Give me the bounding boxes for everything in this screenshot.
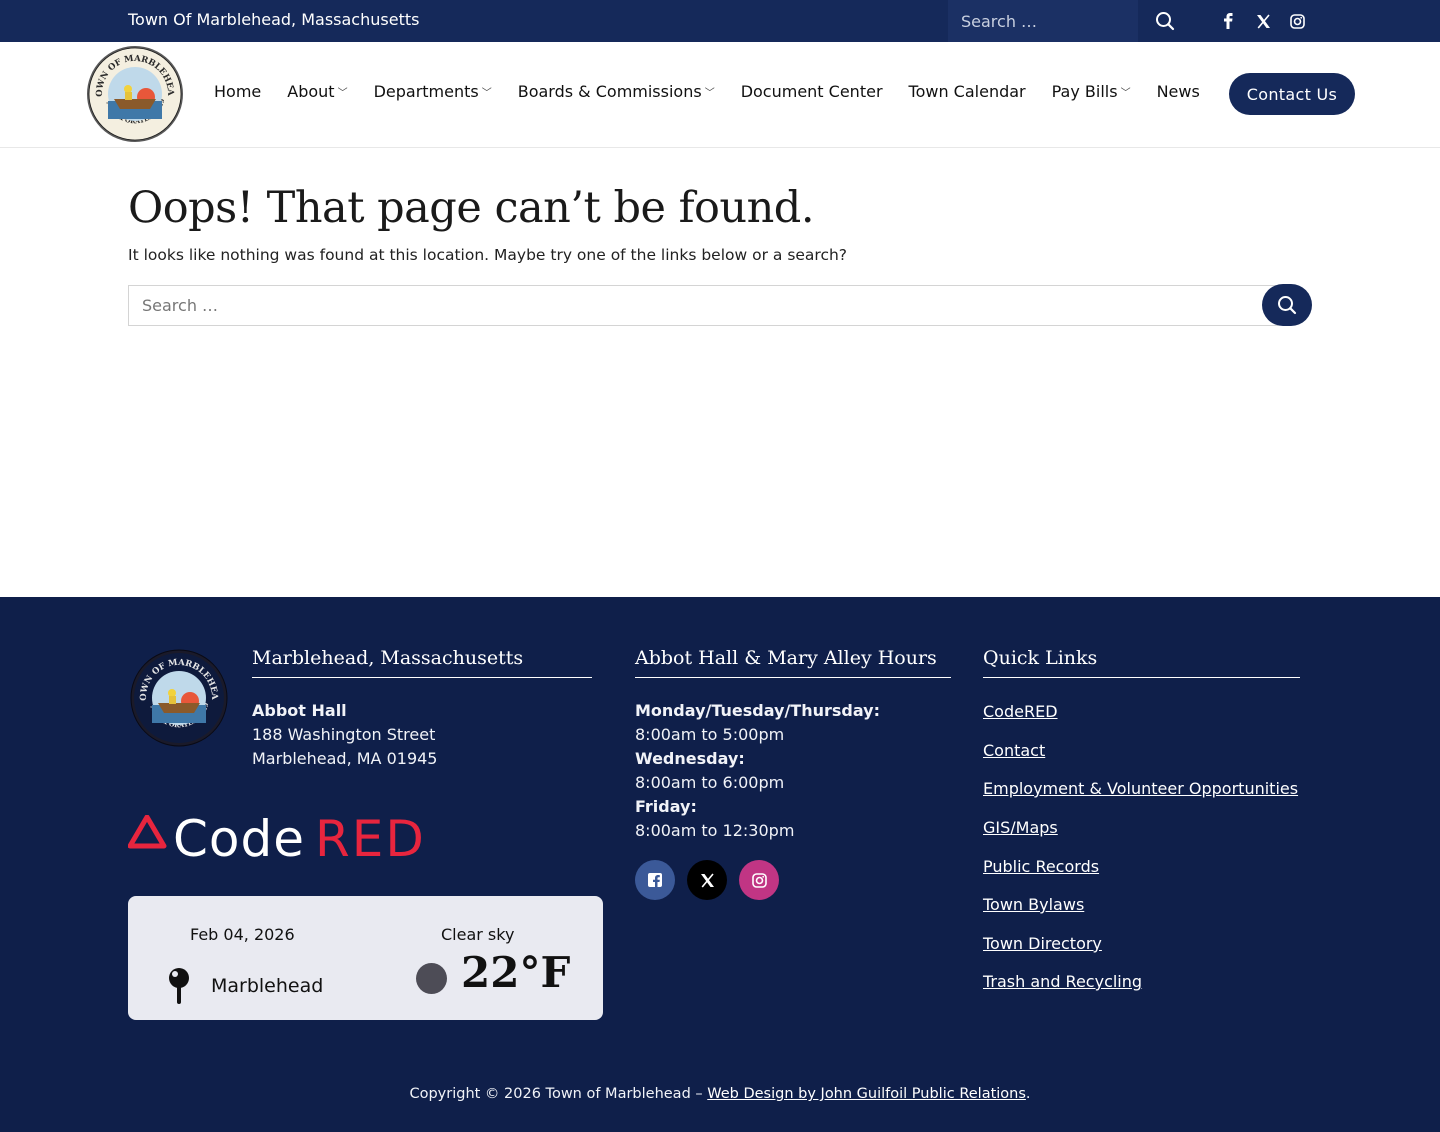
contact-us-button[interactable]: Contact Us — [1229, 73, 1355, 115]
chevron-down-icon: ﹀ — [1120, 88, 1131, 99]
nav-news[interactable]: News — [1157, 82, 1200, 101]
nav-pay-bills[interactable]: Pay Bills ﹀ — [1052, 82, 1131, 101]
instagram-icon[interactable] — [739, 860, 779, 900]
footer-heading-location: Marblehead, Massachusetts — [252, 647, 592, 678]
nav-boards-commissions[interactable]: Boards & Commissions ﹀ — [518, 82, 715, 101]
hours-time: 8:00am to 5:00pm — [635, 725, 785, 744]
copyright: Copyright © 2026 Town of Marblehead – We… — [0, 1086, 1440, 1102]
footer-heading-hours: Abbot Hall & Mary Alley Hours — [635, 647, 951, 678]
hours-time: 8:00am to 6:00pm — [635, 773, 785, 792]
search-icon — [1156, 12, 1175, 31]
codered-logo[interactable]: Code RED — [128, 810, 428, 868]
x-icon[interactable] — [687, 860, 727, 900]
copyright-text: Copyright © 2026 Town of Marblehead – — [409, 1086, 708, 1102]
footer-city: Marblehead, MA 01945 — [252, 749, 438, 768]
weather-condition: Clear sky — [441, 925, 515, 944]
instagram-icon[interactable] — [1287, 11, 1307, 31]
chevron-down-icon: ﹀ — [481, 88, 492, 99]
main-search-input[interactable] — [128, 285, 1278, 326]
page-subtitle: It looks like nothing was found at this … — [128, 246, 848, 264]
nav-document-center[interactable]: Document Center — [741, 82, 883, 101]
chevron-down-icon: ﹀ — [704, 88, 715, 99]
quick-link-trash-recycling[interactable]: Trash and Recycling — [983, 972, 1142, 991]
site-name: Town Of Marblehead, Massachusetts — [128, 10, 420, 29]
nav-label: Home — [214, 82, 262, 101]
town-seal-logo[interactable]: TOWN OF MARBLEHEAD INCORPORATED 1649 — [86, 45, 184, 143]
top-search-input[interactable] — [948, 0, 1138, 42]
copyright-end: . — [1025, 1086, 1031, 1102]
nav-label: Town Calendar — [908, 82, 1026, 101]
page-title: Oops! That page can’t be found. — [128, 183, 815, 233]
nav-label: Boards & Commissions — [517, 82, 702, 101]
top-bar: Town Of Marblehead, Massachusetts — [0, 0, 1440, 42]
hours-day: Monday/Tuesday/Thursday: — [635, 701, 880, 720]
quick-link-contact[interactable]: Contact — [983, 741, 1045, 760]
facebook-icon[interactable] — [635, 860, 675, 900]
web-design-credit-link[interactable]: Web Design by John Guilfoil Public Relat… — [707, 1086, 1026, 1102]
main-search-button[interactable] — [1262, 284, 1312, 326]
nav-label: About — [287, 82, 335, 101]
nav-label: Departments — [373, 82, 479, 101]
weather-temperature: 22°F — [461, 948, 571, 997]
moon-icon — [416, 963, 447, 994]
x-icon[interactable] — [1253, 11, 1273, 31]
hours-day: Friday: — [635, 797, 697, 816]
codered-red-text: RED — [315, 810, 426, 868]
hours-time: 8:00am to 12:30pm — [635, 821, 795, 840]
nav-departments[interactable]: Departments ﹀ — [374, 82, 492, 101]
nav-about[interactable]: About ﹀ — [287, 82, 347, 101]
nav-home[interactable]: Home — [214, 82, 261, 101]
weather-date: Feb 04, 2026 — [190, 925, 295, 944]
top-search-button[interactable] — [1138, 0, 1192, 42]
codered-code-text: Code — [173, 810, 306, 868]
site-footer: TOWN OF MARBLEHEAD INCORPORATED 1649 Mar… — [0, 597, 1440, 1132]
weather-widget: Feb 04, 2026 Clear sky Marblehead 22°F — [128, 896, 603, 1020]
site-header: TOWN OF MARBLEHEAD INCORPORATED 1649 Hom… — [0, 42, 1440, 148]
quick-link-gis-maps[interactable]: GIS/Maps — [983, 818, 1058, 837]
weather-city: Marblehead — [211, 975, 324, 997]
hours-day: Wednesday: — [635, 749, 745, 768]
footer-town-seal-logo: TOWN OF MARBLEHEAD INCORPORATED 1649 — [130, 649, 228, 747]
quick-link-public-records[interactable]: Public Records — [983, 857, 1099, 876]
quick-link-codered[interactable]: CodeRED — [983, 702, 1058, 721]
search-icon — [1278, 296, 1297, 315]
main-nav: Home About ﹀ Departments ﹀ Boards & Commis… — [214, 82, 1226, 101]
footer-place: Abbot Hall — [252, 701, 347, 720]
nav-label: Document Center — [740, 82, 883, 101]
facebook-icon[interactable] — [1218, 11, 1238, 31]
nav-label: Pay Bills — [1051, 82, 1118, 101]
nav-label: News — [1156, 82, 1200, 101]
codered-triangle-icon — [128, 815, 167, 849]
quick-link-town-directory[interactable]: Town Directory — [983, 934, 1102, 953]
footer-street: 188 Washington Street — [252, 725, 436, 744]
location-pin-icon — [169, 968, 189, 1004]
nav-town-calendar[interactable]: Town Calendar — [909, 82, 1026, 101]
footer-heading-quick-links: Quick Links — [983, 647, 1300, 678]
chevron-down-icon: ﹀ — [337, 88, 348, 99]
quick-link-employment[interactable]: Employment & Volunteer Opportunities — [983, 779, 1298, 798]
quick-link-town-bylaws[interactable]: Town Bylaws — [983, 895, 1084, 914]
